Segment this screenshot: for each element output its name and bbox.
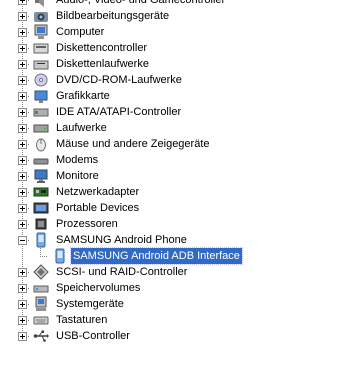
expand-toggle[interactable]	[18, 124, 27, 133]
expand-toggle[interactable]	[18, 300, 27, 309]
expand-toggle[interactable]	[18, 140, 27, 149]
portable-device-icon	[33, 200, 49, 216]
tree-item-label: SAMSUNG Android ADB Interface	[70, 247, 243, 265]
expand-toggle[interactable]	[18, 332, 27, 341]
tree-item-bildbearbeitungsger-te[interactable]: Bildbearbeitungsgeräte	[0, 8, 346, 24]
tree-item-label: SAMSUNG Android Phone	[56, 234, 187, 246]
tree-item-label: Portable Devices	[56, 202, 140, 214]
expand-toggle[interactable]	[18, 12, 27, 21]
speaker-icon	[33, 0, 49, 8]
tree-item-dvd-cd-rom-laufwerke[interactable]: DVD/CD-ROM-Laufwerke	[0, 72, 346, 88]
tree-item-m-use-und-andere-zeigeger-te[interactable]: Mäuse und andere Zeigegeräte	[0, 136, 346, 152]
tree-item-laufwerke[interactable]: Laufwerke	[0, 120, 346, 136]
cdrom-icon	[33, 72, 49, 88]
display-adapter-icon	[33, 88, 49, 104]
tree-item-label: USB-Controller	[56, 330, 130, 342]
tree-item-computer[interactable]: Computer	[0, 24, 346, 40]
network-adapter-icon	[33, 184, 49, 200]
expand-toggle[interactable]	[18, 284, 27, 293]
tree-item-modems[interactable]: Modems	[0, 152, 346, 168]
system-device-icon	[33, 296, 49, 312]
tree-item-label: Netzwerkadapter	[56, 186, 140, 198]
mouse-icon	[33, 136, 49, 152]
tree-item-ide-ata-atapi-controller[interactable]: IDE ATA/ATAPI-Controller	[0, 104, 346, 120]
device-tree: Audio-, Video- und Gamecontroller Bildbea…	[0, 0, 346, 344]
floppy-drive-icon	[33, 56, 49, 72]
floppy-controller-icon	[33, 40, 49, 56]
computer-icon	[33, 24, 49, 40]
tree-item-grafikkarte[interactable]: Grafikkarte	[0, 88, 346, 104]
expand-toggle[interactable]	[18, 108, 27, 117]
ide-controller-icon	[33, 104, 49, 120]
tree-item-label: Modems	[56, 154, 99, 166]
scsi-controller-icon	[33, 264, 49, 280]
expand-toggle[interactable]	[18, 188, 27, 197]
tree-item-label: Speichervolumes	[56, 282, 141, 294]
expand-toggle[interactable]	[18, 92, 27, 101]
expand-toggle[interactable]	[18, 268, 27, 277]
expand-toggle[interactable]	[18, 28, 27, 37]
expand-toggle[interactable]	[18, 316, 27, 325]
tree-item-systemger-te[interactable]: Systemgeräte	[0, 296, 346, 312]
tree-item-portable-devices[interactable]: Portable Devices	[0, 200, 346, 216]
phone-device-icon	[33, 232, 49, 248]
tree-item-label: Bildbearbeitungsgeräte	[56, 10, 170, 22]
tree-item-label: Mäuse und andere Zeigegeräte	[56, 138, 210, 150]
tree-item-diskettencontroller[interactable]: Diskettencontroller	[0, 40, 346, 56]
tree-item-label: IDE ATA/ATAPI-Controller	[56, 106, 182, 118]
usb-icon	[33, 328, 49, 344]
expand-toggle[interactable]	[18, 220, 27, 229]
tree-item-label: Diskettenlaufwerke	[56, 58, 149, 70]
tree-item-label: Tastaturen	[56, 314, 108, 326]
tree-item-samsung-android-phone[interactable]: SAMSUNG Android Phone	[0, 232, 346, 248]
expand-toggle[interactable]	[18, 76, 27, 85]
tree-item-label: Grafikkarte	[56, 90, 110, 102]
tree-item-netzwerkadapter[interactable]: Netzwerkadapter	[0, 184, 346, 200]
tree-item-tastaturen[interactable]: Tastaturen	[0, 312, 346, 328]
expand-toggle[interactable]	[18, 0, 27, 5]
tree-item-label: Prozessoren	[56, 218, 118, 230]
expand-toggle[interactable]	[18, 172, 27, 181]
tree-line	[40, 256, 48, 257]
tree-item-diskettenlaufwerke[interactable]: Diskettenlaufwerke	[0, 56, 346, 72]
keyboard-icon	[33, 312, 49, 328]
camera-icon	[33, 8, 49, 24]
tree-item-usb-controller[interactable]: USB-Controller	[0, 328, 346, 344]
tree-item-label: DVD/CD-ROM-Laufwerke	[56, 74, 182, 86]
monitor-icon	[33, 168, 49, 184]
collapse-toggle[interactable]	[18, 236, 27, 245]
tree-item-monitore[interactable]: Monitore	[0, 168, 346, 184]
expand-toggle[interactable]	[18, 44, 27, 53]
tree-line	[22, 248, 23, 264]
processor-icon	[33, 216, 49, 232]
tree-line	[40, 248, 41, 256]
tree-item-scsi-und-raid-controller[interactable]: SCSI- und RAID-Controller	[0, 264, 346, 280]
tree-item-prozessoren[interactable]: Prozessoren	[0, 216, 346, 232]
expand-toggle[interactable]	[18, 60, 27, 69]
tree-item-label: Diskettencontroller	[56, 42, 148, 54]
expand-toggle[interactable]	[18, 156, 27, 165]
tree-item-label: Systemgeräte	[56, 298, 124, 310]
tree-item-label: Audio-, Video- und Gamecontroller	[56, 0, 226, 6]
modem-icon	[33, 152, 49, 168]
tree-item-label: Monitore	[56, 170, 99, 182]
tree-item-audio-video-und-gamecontroller[interactable]: Audio-, Video- und Gamecontroller	[0, 0, 346, 8]
tree-item-label: Computer	[56, 26, 105, 38]
tree-item-label: SCSI- und RAID-Controller	[56, 266, 188, 278]
disk-drive-icon	[33, 120, 49, 136]
tree-item-label: Laufwerke	[56, 122, 107, 134]
expand-toggle[interactable]	[18, 204, 27, 213]
tree-item-speichervolumes[interactable]: Speichervolumes	[0, 280, 346, 296]
phone-device-icon	[52, 248, 68, 264]
storage-volume-icon	[33, 280, 49, 296]
tree-item-samsung-android-adb-interface[interactable]: SAMSUNG Android ADB Interface	[0, 247, 346, 265]
